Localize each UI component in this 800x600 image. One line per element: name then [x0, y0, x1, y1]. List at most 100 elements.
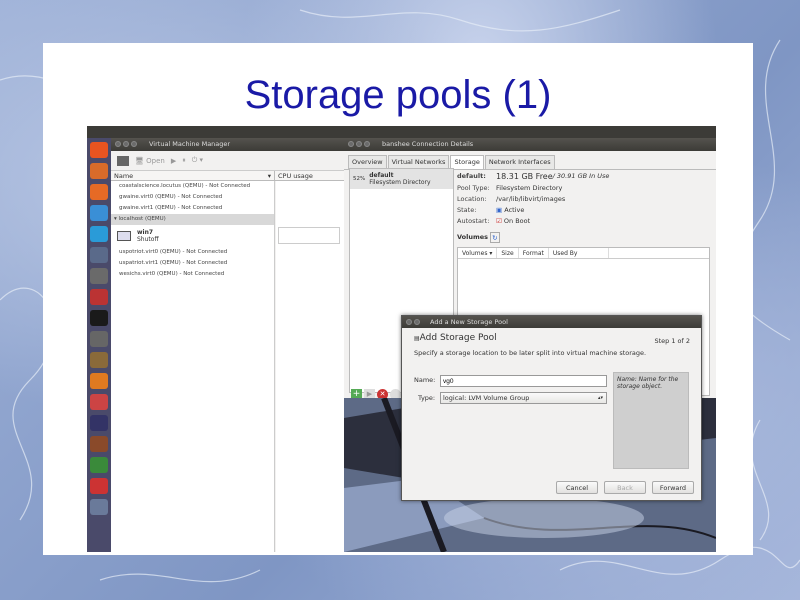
- screenshot: Virtual Machine Manager 🖥 Open ▶ ⏸ ⏻ ▾ N…: [87, 126, 716, 552]
- dialog-titlebar: Add a New Storage Pool: [402, 316, 701, 328]
- media-icon[interactable]: [90, 436, 108, 452]
- minimize-icon[interactable]: [123, 141, 129, 147]
- tab-overview[interactable]: Overview: [348, 155, 387, 169]
- vmm-title: Virtual Machine Manager: [149, 140, 231, 148]
- connection-row[interactable]: coastalscience.locutus (QEMU) - Not Conn…: [111, 181, 274, 192]
- location-label: Location:: [457, 195, 487, 203]
- open-button[interactable]: 🖥 Open: [135, 157, 165, 165]
- new-vm-icon[interactable]: [117, 155, 129, 166]
- cpu-graph: [278, 227, 340, 244]
- vmm-titlebar: Virtual Machine Manager: [111, 138, 344, 151]
- ubuntu-icon[interactable]: [90, 142, 108, 158]
- conn-title: banshee Connection Details: [382, 140, 474, 148]
- writer-icon[interactable]: [90, 394, 108, 410]
- bag-icon[interactable]: [90, 478, 108, 494]
- localhost-group[interactable]: ▾ localhost (QEMU): [111, 214, 274, 225]
- hint-panel: Name: Name for the storage object.: [613, 372, 689, 469]
- minimize-icon[interactable]: [414, 319, 420, 325]
- vm-list: coastalscience.locutus (QEMU) - Not Conn…: [111, 181, 275, 552]
- app-icon[interactable]: [90, 289, 108, 305]
- chrome-icon[interactable]: [90, 205, 108, 221]
- volumes-label: Volumes: [457, 233, 489, 241]
- name-column-header[interactable]: Name ▾: [111, 171, 275, 180]
- maximize-icon[interactable]: [131, 141, 137, 147]
- back-button[interactable]: Back: [604, 481, 646, 494]
- top-panel: [87, 126, 716, 138]
- pool-type-value: Filesystem Directory: [496, 184, 563, 192]
- gimp-icon[interactable]: [90, 310, 108, 326]
- pool-in-use: / 30.91 GB In Use: [552, 172, 610, 180]
- tools-icon[interactable]: [90, 415, 108, 431]
- conn-titlebar: banshee Connection Details: [344, 138, 716, 151]
- vol-col-format[interactable]: Format: [519, 248, 549, 258]
- vmm-header: Name ▾ CPU usage: [111, 171, 344, 181]
- slide-title: Storage pools (1): [244, 73, 552, 117]
- vmm-toolbar: 🖥 Open ▶ ⏸ ⏻ ▾: [111, 151, 344, 171]
- location-value: /var/lib/libvirt/images: [496, 195, 566, 203]
- connection-row[interactable]: uspotriot.virt0 (QEMU) - Not Connected: [111, 247, 274, 258]
- window-icon[interactable]: [90, 499, 108, 515]
- cpu-column-header[interactable]: CPU usage: [275, 171, 313, 180]
- type-label: Type:: [418, 394, 436, 402]
- autostart-label: Autostart:: [457, 217, 490, 225]
- editor-icon[interactable]: [90, 457, 108, 473]
- cpu-column: [276, 181, 344, 552]
- pool-type: Filesystem Directory: [369, 179, 431, 186]
- connection-row[interactable]: uspatriot.virt1 (QEMU) - Not Connected: [111, 258, 274, 269]
- pool-details: default: 18.31 GB Free / 30.91 GB In Use …: [457, 170, 707, 243]
- state-icon: ▣: [496, 206, 503, 214]
- pool-percent: 52%: [353, 176, 366, 182]
- forward-button[interactable]: Forward: [652, 481, 694, 494]
- shutdown-icon[interactable]: ⏻ ▾: [192, 156, 203, 165]
- close-icon[interactable]: [115, 141, 121, 147]
- cancel-button[interactable]: Cancel: [556, 481, 598, 494]
- dialog-subtitle: Specify a storage location to be later s…: [414, 349, 647, 357]
- autostart-value: On Boot: [503, 217, 531, 225]
- minimize-icon[interactable]: [356, 141, 362, 147]
- firefox-icon[interactable]: [90, 184, 108, 200]
- dialog-heading: ▤Add Storage Pool: [414, 333, 497, 343]
- step-indicator: Step 1 of 2: [654, 337, 690, 345]
- autostart-checkbox[interactable]: ☑: [496, 216, 502, 227]
- dialog-title: Add a New Storage Pool: [430, 318, 508, 326]
- state-value: Active: [504, 206, 525, 214]
- connection-row[interactable]: wesichs.virt0 (QEMU) - Not Connected: [111, 269, 274, 280]
- workspace-icon[interactable]: [90, 247, 108, 263]
- pool-item-default[interactable]: 52% default Filesystem Directory: [350, 169, 453, 189]
- files-icon[interactable]: [90, 163, 108, 179]
- vm-state: Shutoff: [137, 236, 159, 243]
- pool-name: default: [369, 172, 394, 179]
- terminal-icon[interactable]: [90, 268, 108, 284]
- vol-col-used-by[interactable]: Used By: [549, 248, 609, 258]
- type-select[interactable]: logical: LVM Volume Group ▴▾: [440, 392, 607, 404]
- run-icon[interactable]: ▶: [171, 157, 176, 165]
- name-input[interactable]: [440, 375, 607, 387]
- monitor-icon: [117, 231, 131, 241]
- launcher: [87, 138, 111, 552]
- update-icon[interactable]: [90, 373, 108, 389]
- name-label: Name:: [414, 376, 436, 384]
- pool-detail-name: default:: [457, 172, 486, 180]
- add-storage-pool-dialog: Add a New Storage Pool ▤Add Storage Pool…: [401, 315, 702, 501]
- connection-row[interactable]: gwaine.virt1 (QEMU) - Not Connected: [111, 203, 274, 214]
- skype-icon[interactable]: [90, 226, 108, 242]
- pool-type-label: Pool Type:: [457, 184, 490, 192]
- pool-free: 18.31 GB Free: [496, 172, 553, 181]
- vmm-window: Virtual Machine Manager 🖥 Open ▶ ⏸ ⏻ ▾ N…: [111, 138, 344, 552]
- tab-network-interfaces[interactable]: Network Interfaces: [484, 155, 555, 169]
- vol-col-size[interactable]: Size: [497, 248, 519, 258]
- pause-icon[interactable]: ⏸: [182, 156, 186, 165]
- close-icon[interactable]: [406, 319, 412, 325]
- maximize-icon[interactable]: [364, 141, 370, 147]
- state-label: State:: [457, 206, 477, 214]
- refresh-icon[interactable]: ↻: [490, 232, 500, 243]
- tab-storage[interactable]: Storage: [450, 155, 484, 169]
- tab-virtual-networks[interactable]: Virtual Networks: [387, 155, 450, 169]
- vm-name: win7: [137, 229, 154, 236]
- connection-row[interactable]: gwaine.virt0 (QEMU) - Not Connected: [111, 192, 274, 203]
- vm-row-win7[interactable]: win7 Shutoff: [111, 225, 274, 247]
- document-icon[interactable]: [90, 331, 108, 347]
- archive-icon[interactable]: [90, 352, 108, 368]
- close-icon[interactable]: [348, 141, 354, 147]
- vol-col-volumes[interactable]: Volumes ▾: [458, 248, 498, 258]
